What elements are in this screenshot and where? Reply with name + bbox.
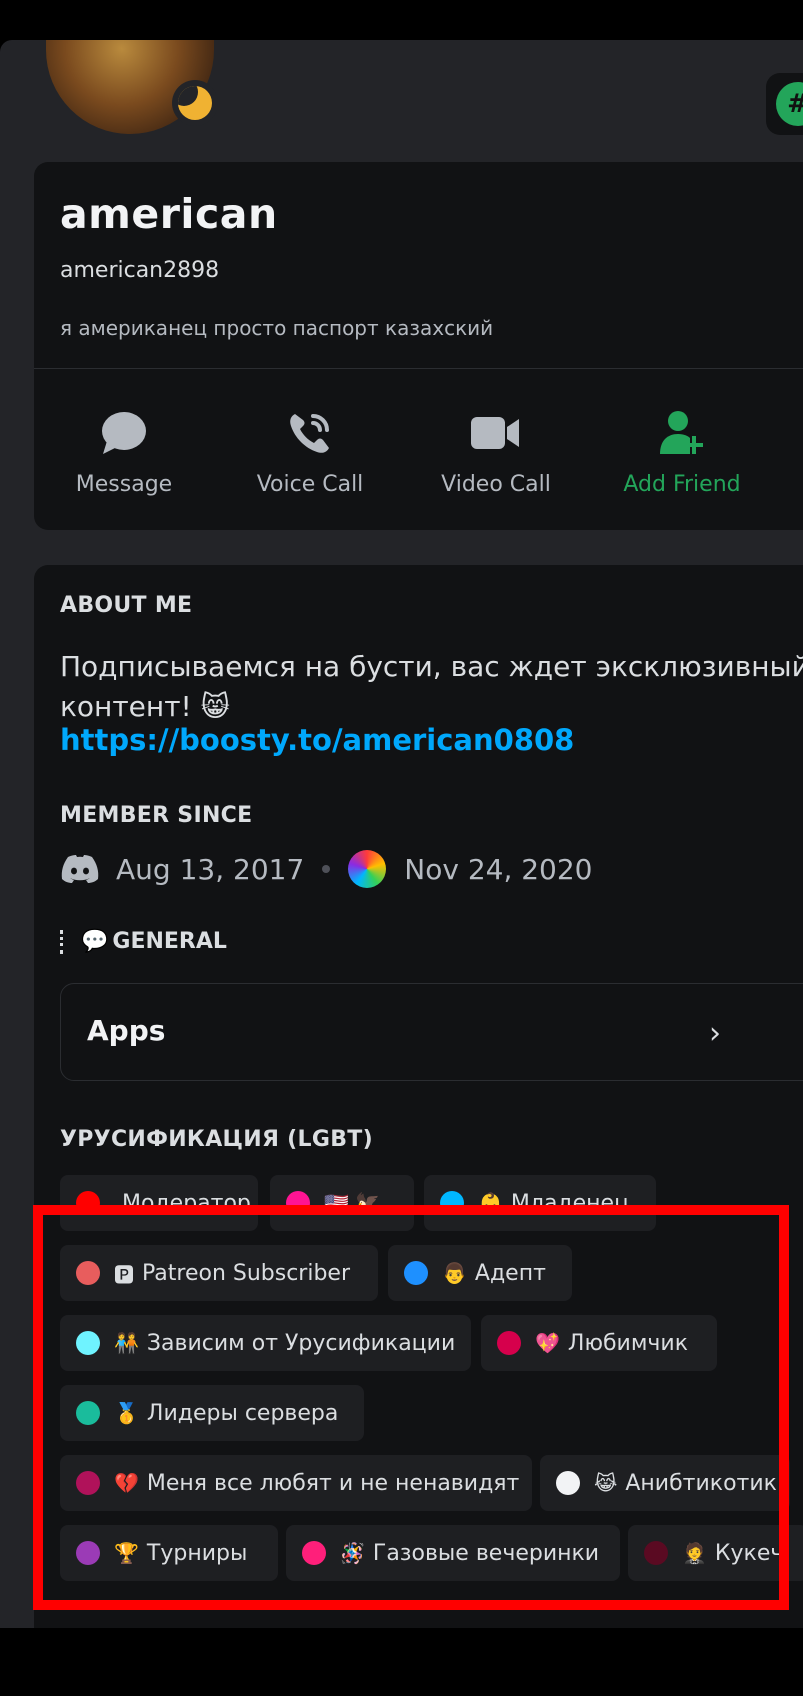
video-call-label: Video Call xyxy=(441,472,551,497)
add-friend-button[interactable]: Add Friend xyxy=(592,408,772,497)
role-label: Младенец xyxy=(510,1190,630,1216)
video-camera-icon xyxy=(471,417,519,449)
role-chip[interactable]: 🥇 Лидеры сервера xyxy=(60,1385,364,1441)
role-emoji: 🧑‍🤝‍🧑 xyxy=(114,1331,139,1355)
idle-status-icon xyxy=(172,80,218,126)
role-emoji: 🤵 xyxy=(682,1541,707,1565)
member-since-row: Aug 13, 2017 Nov 24, 2020 xyxy=(60,849,593,889)
role-chip[interactable]: Модератор xyxy=(60,1175,258,1231)
role-emoji: 🪅 xyxy=(340,1541,365,1565)
role-color-dot xyxy=(76,1471,100,1495)
voice-call-label: Voice Call xyxy=(256,472,364,497)
role-color-dot xyxy=(644,1541,668,1565)
custom-status: я американец просто паспорт казахский xyxy=(60,316,494,340)
role-emoji: 🥇 xyxy=(114,1401,139,1425)
role-label: Анибтикотик xyxy=(625,1470,777,1496)
role-color-dot xyxy=(76,1331,100,1355)
hashtag-icon: # xyxy=(776,82,803,126)
profile-sheet: # american american2898 я американец про… xyxy=(0,40,803,1628)
apps-row[interactable]: Apps › xyxy=(60,983,803,1081)
general-heading-label: GENERAL xyxy=(112,929,227,954)
role-label: Модератор xyxy=(122,1190,251,1216)
display-name: american xyxy=(60,190,278,238)
role-emoji: 😹 xyxy=(594,1471,618,1495)
role-color-dot xyxy=(497,1331,521,1355)
about-heading: ABOUT ME xyxy=(60,593,193,618)
divider xyxy=(34,368,803,369)
role-label: Меня все любят и не ненавидят xyxy=(146,1470,520,1496)
server-icon xyxy=(348,850,387,888)
role-color-dot xyxy=(302,1541,326,1565)
role-color-dot xyxy=(76,1401,100,1425)
server-tag-chip[interactable]: # xyxy=(766,73,803,135)
discord-join-date: Aug 13, 2017 xyxy=(116,852,305,886)
general-heading: 💬 GENERAL xyxy=(60,929,227,954)
role-label: Турниры xyxy=(146,1540,248,1566)
role-chip[interactable]: 💖 Любимчик xyxy=(481,1315,717,1371)
role-chip[interactable]: 👶 Младенец xyxy=(424,1175,656,1231)
separator-dot xyxy=(322,865,331,873)
message-label: Message xyxy=(75,472,173,497)
voice-call-button[interactable]: Voice Call xyxy=(220,408,400,497)
role-emoji: 👨 xyxy=(442,1261,467,1285)
add-friend-icon xyxy=(660,411,703,454)
chat-bubble-icon xyxy=(102,412,146,454)
member-since-heading: MEMBER SINCE xyxy=(60,803,253,828)
role-emoji: 🅿 xyxy=(114,1262,134,1287)
action-bar: Message Voice Call Video Call Add Friend xyxy=(34,408,803,508)
role-color-dot xyxy=(556,1471,580,1495)
roles-heading: УРУСИФИКАЦИЯ (LGBT) xyxy=(60,1127,373,1152)
role-chip[interactable]: 🇺🇸 🦅 xyxy=(270,1175,414,1231)
speech-bubble-icon: 💬 xyxy=(81,929,109,954)
role-label: Кукеч xyxy=(714,1540,784,1566)
role-emoji: 💔 xyxy=(114,1471,139,1495)
server-join-date: Nov 24, 2020 xyxy=(404,852,593,886)
role-chip[interactable]: 🏆 Турниры xyxy=(60,1525,278,1581)
role-color-dot xyxy=(286,1191,310,1215)
role-chip[interactable]: 💔 Меня все любят и не ненавидят xyxy=(60,1455,532,1511)
role-color-dot xyxy=(440,1191,464,1215)
role-chip[interactable]: 🪅 Газовые вечеринки xyxy=(286,1525,620,1581)
role-color-dot xyxy=(76,1541,100,1565)
role-emoji: 👶 xyxy=(478,1191,503,1215)
role-label: Patreon Subscriber xyxy=(142,1260,351,1286)
message-button[interactable]: Message xyxy=(34,408,214,497)
role-emoji: 💖 xyxy=(535,1331,560,1355)
profile-card: american american2898 я американец прост… xyxy=(34,162,803,530)
add-friend-label: Add Friend xyxy=(623,472,741,497)
boosty-link[interactable]: https://boosty.to/american0808 xyxy=(60,723,574,757)
apps-label: Apps xyxy=(87,1014,166,1047)
chevron-right-icon: › xyxy=(709,1016,721,1051)
dotted-bar-icon xyxy=(60,929,67,954)
video-call-button[interactable]: Video Call xyxy=(406,408,586,497)
role-color-dot xyxy=(76,1191,100,1215)
about-card: ABOUT ME Подписываемся на бусти, вас жде… xyxy=(34,565,803,1628)
role-color-dot xyxy=(404,1261,428,1285)
role-chip[interactable]: 🅿 Patreon Subscriber xyxy=(60,1245,378,1301)
username: american2898 xyxy=(60,258,220,283)
role-chip[interactable]: 👨 Адепт xyxy=(388,1245,572,1301)
role-chip[interactable]: 🤵 Кукеч xyxy=(628,1525,803,1581)
role-label: Адепт xyxy=(474,1260,546,1286)
discord-logo-icon xyxy=(61,855,99,883)
role-emoji: 🏆 xyxy=(114,1541,139,1565)
role-chip[interactable]: 🧑‍🤝‍🧑 Зависим от Урусификации xyxy=(60,1315,471,1371)
role-emoji: 🇺🇸 🦅 xyxy=(324,1191,381,1215)
role-label: Газовые вечеринки xyxy=(372,1540,600,1566)
phone-icon xyxy=(290,414,329,453)
role-chip[interactable]: 😹 Анибтикотик xyxy=(540,1455,790,1511)
about-text: Подписываемся на бусти, вас ждет эксклюз… xyxy=(60,650,803,723)
role-label: Любимчик xyxy=(567,1330,689,1356)
role-color-dot xyxy=(76,1261,100,1285)
role-label: Зависим от Урусификации xyxy=(146,1330,456,1356)
role-label: Лидеры сервера xyxy=(146,1400,339,1426)
